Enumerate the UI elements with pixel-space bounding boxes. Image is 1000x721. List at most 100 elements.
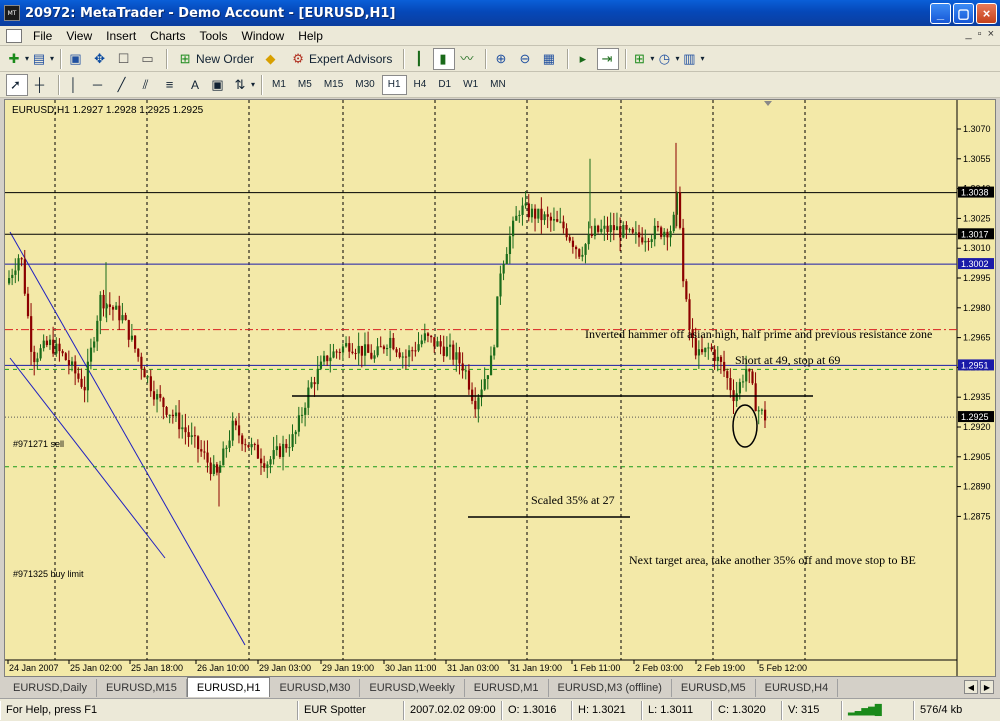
line-chart-button[interactable]: 〰 [457, 48, 479, 70]
trendline-button[interactable]: ╱ [112, 74, 134, 96]
separator [625, 48, 628, 69]
price-label: 1.2935 [963, 392, 991, 402]
indicators-button[interactable]: ⊞ ▾ [631, 48, 654, 70]
tab-eurusd-m15[interactable]: EURUSD,M15 [97, 679, 187, 697]
tab-scroll-right-icon[interactable]: ▶ [980, 680, 994, 694]
annotation-inverted-hammer[interactable]: Inverted hammer off asian high, half pri… [585, 327, 932, 341]
menu-charts[interactable]: Charts [143, 29, 192, 43]
navigator-button[interactable]: ☐ [114, 48, 136, 70]
price-axis: 1.30701.30551.30401.30251.30101.29951.29… [957, 124, 991, 521]
tab-eurusd-m30[interactable]: EURUSD,M30 [270, 679, 361, 697]
price-chart[interactable]: 1.30701.30551.30401.30251.30101.29951.29… [4, 99, 996, 677]
text-tool-button[interactable]: A [184, 74, 206, 96]
autotrading-warning-button[interactable]: ◆ [261, 48, 283, 70]
status-low: L: 1.3011 [642, 700, 712, 720]
tab-eurusd-m3-offline[interactable]: EURUSD,M3 (offline) [549, 679, 672, 697]
vertical-line-button[interactable]: │ [64, 74, 86, 96]
bull-candle [181, 427, 184, 430]
bull-candle [704, 347, 707, 353]
menu-insert[interactable]: Insert [99, 29, 143, 43]
status-bar: For Help, press F1 EUR Spotter 2007.02.0… [0, 698, 1000, 721]
mdi-close-button[interactable]: × [988, 28, 994, 40]
arrows-button[interactable]: ⇅ ▾ [232, 74, 255, 96]
bull-candle [373, 355, 376, 359]
tile-windows-button[interactable]: ▦ [539, 48, 561, 70]
timeframe-mn[interactable]: MN [485, 75, 511, 95]
auto-scroll-button[interactable]: ▸ [573, 48, 595, 70]
zoom-out-button[interactable]: ⊖ [515, 48, 537, 70]
bear-candle [713, 349, 716, 362]
tab-eurusd-h1[interactable]: EURUSD,H1 [186, 677, 271, 697]
expert-advisors-button[interactable]: ⚙ Expert Advisors [285, 48, 397, 70]
menu-view[interactable]: View [59, 29, 99, 43]
tab-eurusd-m5[interactable]: EURUSD,M5 [672, 679, 756, 697]
mdi-minimize-button[interactable]: _ [966, 28, 972, 40]
zoom-out-icon: ⊖ [519, 50, 531, 66]
templates-button[interactable]: ▥ ▾ [681, 48, 704, 70]
new-order-button[interactable]: ⊞ New Order [172, 48, 259, 70]
timeframe-m5[interactable]: M5 [293, 75, 317, 95]
minimize-button[interactable]: _ [930, 3, 951, 24]
chart-shift-button[interactable]: ⇥ [597, 47, 620, 70]
tab-eurusd-m1[interactable]: EURUSD,M1 [465, 679, 549, 697]
cursor-button[interactable]: ➚ [6, 73, 28, 96]
bull-candle [408, 350, 411, 357]
zoom-in-button[interactable]: ⊕ [491, 48, 513, 70]
status-connection-bars: ▂▃▅▆█ [842, 700, 914, 720]
bear-candle [719, 356, 723, 362]
chart-window-icon[interactable] [6, 28, 22, 43]
timeframe-w1[interactable]: W1 [458, 75, 483, 95]
timeframe-h4[interactable]: H4 [409, 75, 432, 95]
profiles-button[interactable]: ▤ ▾ [31, 48, 54, 70]
annotation-scaled[interactable]: Scaled 35% at 27 [531, 493, 615, 507]
bull-candle [71, 361, 74, 366]
new-order-icon: ⊞ [179, 50, 191, 66]
timeframe-m30[interactable]: M30 [350, 75, 379, 95]
bull-candle [650, 239, 653, 243]
menu-tools[interactable]: Tools [193, 29, 235, 43]
status-traffic: 576/4 kb [914, 700, 1000, 720]
menu-window[interactable]: Window [235, 29, 292, 43]
timeframe-d1[interactable]: D1 [433, 75, 456, 95]
fibonacci-button[interactable]: ≡ [160, 74, 182, 96]
bear-candle [682, 227, 685, 282]
bar-chart-button[interactable]: ┃ [409, 48, 431, 70]
bull-candle [508, 236, 512, 255]
candlestick-button[interactable]: ▮ [433, 47, 456, 70]
metatrader-app-icon[interactable]: MT [4, 5, 20, 21]
bear-candle [641, 237, 644, 243]
bear-candle [58, 343, 61, 352]
annotation-short-entry[interactable]: Short at 49, stop at 69 [735, 353, 840, 367]
menu-file[interactable]: File [26, 29, 59, 43]
mdi-restore-button[interactable]: ▫ [978, 28, 982, 40]
tab-eurusd-weekly[interactable]: EURUSD,Weekly [360, 679, 465, 697]
menu-help[interactable]: Help [291, 29, 330, 43]
tab-eurusd-daily[interactable]: EURUSD,Daily [4, 679, 97, 697]
bear-candle [149, 376, 152, 392]
crosshair-button[interactable]: ┼ [30, 74, 52, 96]
timeframe-h1[interactable]: H1 [381, 74, 407, 95]
data-window-button[interactable]: ✥ [90, 48, 112, 70]
new-chart-button[interactable]: ✚ ▾ [6, 48, 29, 70]
equidistant-channel-button[interactable]: ⫽ [136, 74, 158, 96]
timeframe-m1[interactable]: M1 [267, 75, 291, 95]
chart-canvas[interactable]: 1.30701.30551.30401.30251.30101.29951.29… [5, 100, 995, 676]
maximize-button[interactable]: ▢ [953, 3, 974, 24]
terminal-button[interactable]: ▭ [138, 48, 160, 70]
close-button[interactable]: × [976, 3, 997, 24]
price-tag: 1.3017 [961, 229, 989, 239]
bull-candle [499, 273, 502, 297]
bull-candle [341, 346, 345, 353]
timeframe-m15[interactable]: M15 [319, 75, 348, 95]
annotation-next-target[interactable]: Next target area, take another 35% off a… [629, 553, 916, 567]
text-label-button[interactable]: ▣ [208, 74, 230, 96]
periodicity-button[interactable]: ◷ ▾ [656, 48, 680, 70]
tab-eurusd-h4[interactable]: EURUSD,H4 [756, 679, 839, 697]
bull-candle [628, 229, 631, 231]
horizontal-line-button[interactable]: ─ [88, 74, 110, 96]
bull-candle [600, 228, 603, 232]
bear-candle [234, 420, 237, 426]
market-watch-button[interactable]: ▣ [66, 48, 88, 70]
tab-scroll-left-icon[interactable]: ◀ [964, 680, 978, 694]
bear-candle [137, 348, 140, 357]
